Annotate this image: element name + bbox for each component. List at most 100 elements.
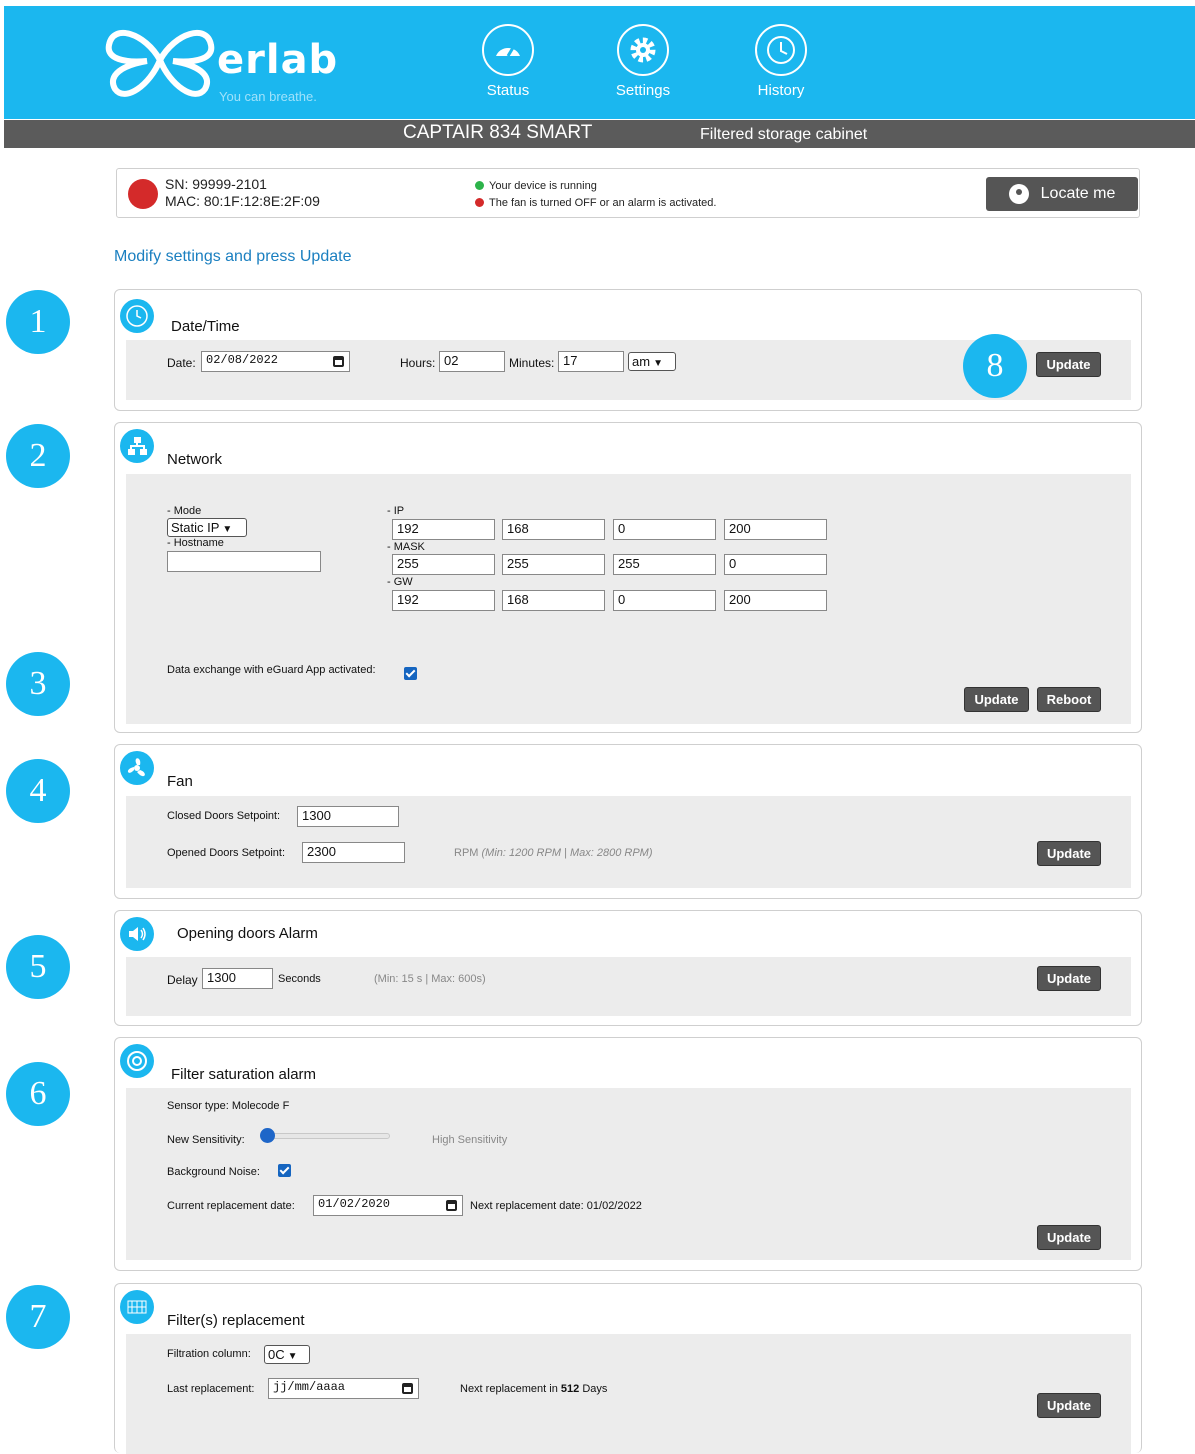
hostname-input[interactable]: [167, 551, 321, 572]
status-indicator: [128, 179, 158, 209]
callout-3: 3: [6, 652, 70, 716]
slider-thumb[interactable]: [260, 1128, 275, 1143]
ampm-value: am: [632, 354, 651, 369]
fan-icon: [120, 751, 154, 785]
rpm-note: RPM (Min: 1200 RPM | Max: 2800 RPM): [454, 847, 652, 859]
nav-status[interactable]: Status: [463, 24, 553, 99]
fan-update-button[interactable]: Update: [1037, 841, 1101, 866]
gear-icon: [617, 24, 669, 76]
opened-setpoint-input[interactable]: 2300: [302, 842, 405, 863]
model-bar: CAPTAIR 834 SMART Filtered storage cabin…: [4, 120, 1195, 148]
section-title: Filter saturation alarm: [171, 1066, 317, 1083]
section-title: Opening doors Alarm: [177, 925, 318, 942]
erlab-logo: erlab You can breathe.: [105, 23, 345, 104]
current-date-label: Current replacement date:: [167, 1200, 295, 1212]
gauge-icon: [482, 24, 534, 76]
calendar-icon[interactable]: [402, 1383, 413, 1394]
network-panel: - Mode Static IP ▼ - Hostname - IP 192 16…: [126, 474, 1131, 724]
current-date-input[interactable]: 01/02/2020: [313, 1195, 463, 1216]
date-input[interactable]: 02/08/2022: [201, 351, 350, 372]
closed-setpoint-input[interactable]: 1300: [297, 806, 399, 827]
closed-setpoint-label: Closed Doors Setpoint:: [167, 810, 281, 822]
filter-alarm-update-button[interactable]: Update: [1037, 1225, 1101, 1250]
network-update-button[interactable]: Update: [964, 687, 1029, 712]
sensor-type: Sensor type: Molecode F: [167, 1100, 290, 1112]
gw-octet-1[interactable]: 192: [392, 590, 495, 611]
red-dot-icon: [475, 198, 484, 207]
filter-icon: [120, 1290, 154, 1324]
brand-tagline: You can breathe.: [219, 89, 317, 104]
calendar-icon[interactable]: [333, 356, 344, 367]
door-alarm-update-button[interactable]: Update: [1037, 966, 1101, 991]
nav-history[interactable]: History: [736, 24, 826, 99]
hostname-label: - Hostname: [167, 537, 224, 549]
locate-me-button[interactable]: Locate me: [986, 177, 1138, 211]
mode-select[interactable]: Static IP ▼: [167, 518, 247, 537]
next-suffix: Days: [582, 1383, 608, 1395]
chevron-down-icon: ▼: [287, 1351, 298, 1362]
callout-7: 7: [6, 1285, 70, 1349]
network-icon: [120, 429, 154, 463]
mask-octet-4[interactable]: 0: [724, 554, 827, 575]
header-bar: erlab You can breathe. Status Settings H…: [4, 6, 1195, 119]
minutes-input[interactable]: 17: [558, 351, 624, 372]
hours-label: Hours:: [400, 356, 436, 370]
sensitivity-note: High Sensitivity: [432, 1134, 508, 1146]
serial-number: SN: 99999-2101: [165, 176, 267, 192]
section-title: Network: [167, 451, 223, 468]
fan-panel: Closed Doors Setpoint: 1300 Opened Doors…: [126, 796, 1131, 888]
green-dot-icon: [475, 181, 484, 190]
ampm-select[interactable]: am ▼: [628, 352, 676, 371]
sensitivity-label: New Sensitivity:: [167, 1134, 245, 1146]
butterfly-logo-icon: [105, 30, 215, 97]
instruction-text: Modify settings and press Update: [114, 248, 352, 265]
slider-track[interactable]: [266, 1133, 390, 1139]
callout-1: 1: [6, 290, 70, 354]
mask-octet-1[interactable]: 255: [392, 554, 495, 575]
mac-address: MAC: 80:1F:12:8E:2F:09: [165, 193, 320, 209]
gw-octet-3[interactable]: 0: [613, 590, 716, 611]
section-title: Date/Time: [171, 318, 240, 335]
mask-label: - MASK: [387, 541, 425, 553]
reboot-button[interactable]: Reboot: [1037, 687, 1101, 712]
opened-setpoint-label: Opened Doors Setpoint:: [167, 847, 286, 859]
hours-input[interactable]: 02: [439, 351, 505, 372]
mask-octet-3[interactable]: 255: [613, 554, 716, 575]
filter-alarm-panel: Sensor type: Molecode F New Sensitivity:…: [126, 1088, 1131, 1260]
gw-octet-4[interactable]: 200: [724, 590, 827, 611]
filtration-column-select[interactable]: 0C ▼: [264, 1345, 310, 1364]
gw-octet-2[interactable]: 168: [502, 590, 605, 611]
eguard-checkbox[interactable]: [404, 667, 417, 680]
ip-label: - IP: [387, 505, 405, 517]
mask-octet-2[interactable]: 255: [502, 554, 605, 575]
filter-alarm-section: Filter saturation alarm Sensor type: Mol…: [114, 1037, 1142, 1271]
ip-octet-1[interactable]: 192: [392, 519, 495, 540]
next-prefix: Next replacement in: [460, 1383, 558, 1395]
filtration-column-label: Filtration column:: [167, 1348, 251, 1360]
callout-5: 5: [6, 935, 70, 999]
callout-8: 8: [963, 334, 1027, 398]
last-replacement-input[interactable]: jj/mm/aaaa: [268, 1378, 419, 1399]
last-replacement-placeholder: jj/mm/aaaa: [273, 1380, 346, 1394]
bg-noise-checkbox[interactable]: [278, 1164, 291, 1177]
date-input-value: 02/08/2022: [206, 353, 279, 367]
nav-settings[interactable]: Settings: [598, 24, 688, 99]
ip-octet-3[interactable]: 0: [613, 519, 716, 540]
calendar-icon[interactable]: [446, 1200, 457, 1211]
ip-octet-4[interactable]: 200: [724, 519, 827, 540]
delay-input[interactable]: 1300: [202, 968, 273, 989]
section-title: Fan: [167, 773, 193, 790]
chevron-down-icon: ▼: [653, 358, 663, 369]
delay-label: Delay: [167, 973, 198, 987]
datetime-update-button[interactable]: Update: [1036, 352, 1101, 377]
ip-octet-2[interactable]: 168: [502, 519, 605, 540]
speaker-icon: [120, 917, 154, 951]
last-replacement-label: Last replacement:: [167, 1383, 255, 1395]
bg-noise-label: Background Noise:: [167, 1166, 260, 1178]
nav-status-label: Status: [486, 82, 530, 99]
filter-replacement-update-button[interactable]: Update: [1037, 1393, 1101, 1418]
nav-settings-label: Settings: [615, 82, 671, 99]
legend-alarm: The fan is turned OFF or an alarm is act…: [475, 195, 716, 212]
date-label: Date:: [167, 356, 196, 370]
status-legend: Your device is running The fan is turned…: [475, 178, 716, 212]
